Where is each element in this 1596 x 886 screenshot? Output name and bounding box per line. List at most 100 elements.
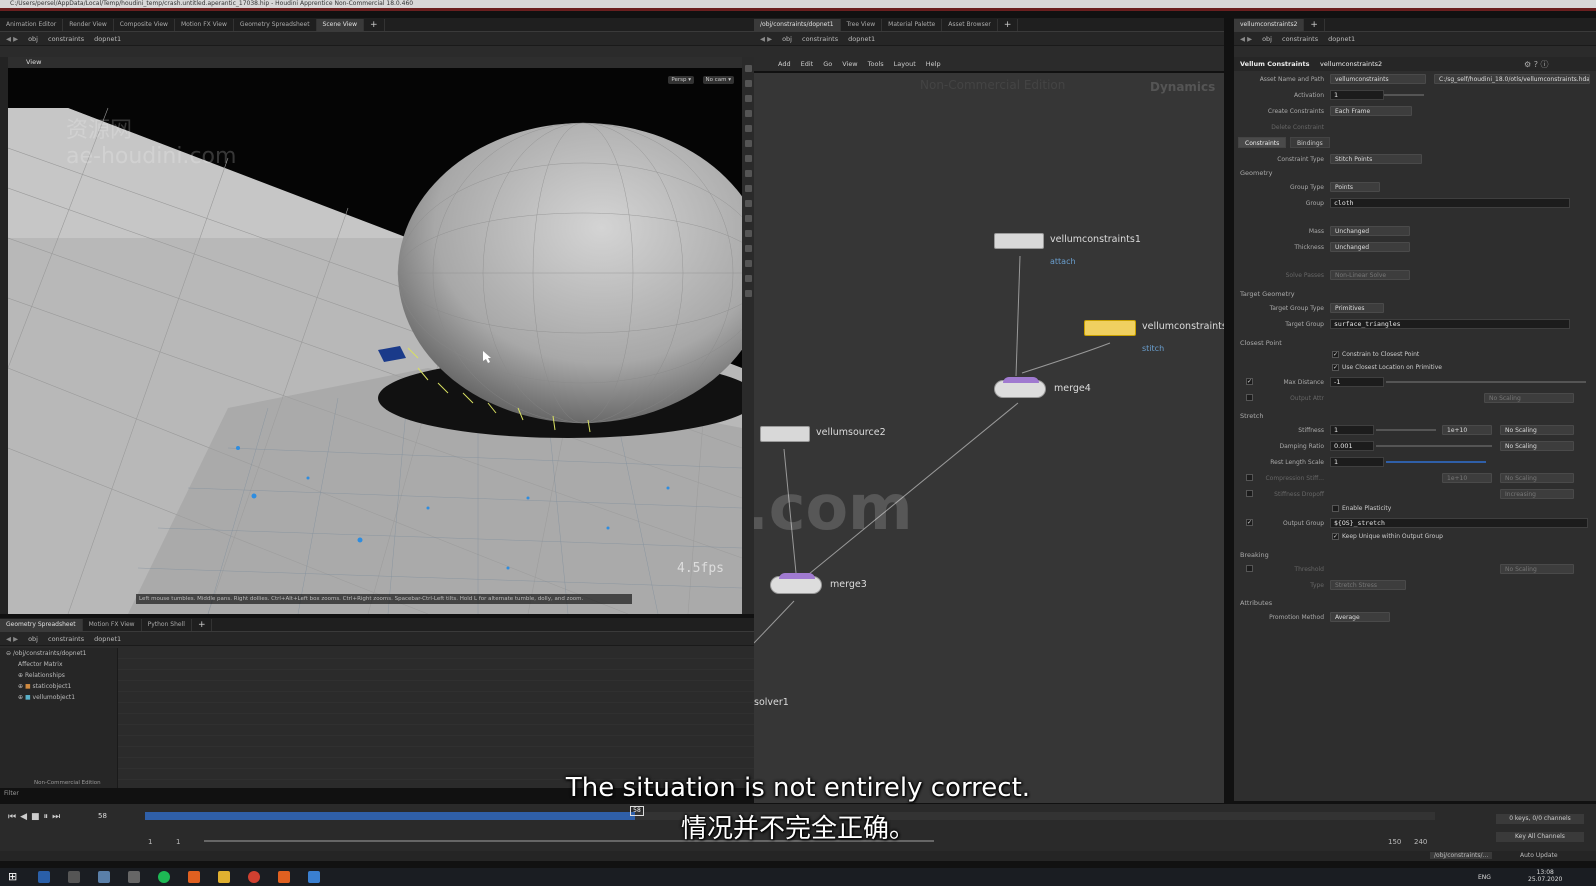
persp-menu-button[interactable]: Persp ▾ (668, 76, 694, 84)
path-constraints[interactable]: constraints (48, 635, 84, 643)
asset-path-menu[interactable]: C:/sg_self/houdini_18.0/otls/vellumconst… (1434, 74, 1590, 84)
type-menu[interactable]: Stretch Stress (1330, 580, 1406, 590)
damping-field[interactable]: 0.001 (1330, 441, 1374, 451)
breaking-section[interactable]: Breaking (1240, 551, 1269, 559)
add-tab-button[interactable]: + (1304, 19, 1325, 31)
tab-composite-view[interactable]: Composite View (114, 19, 175, 31)
tool-icon[interactable] (744, 125, 752, 132)
rest-length-field[interactable]: 1 (1330, 457, 1384, 467)
compression-unit[interactable]: 1e+10 (1442, 473, 1492, 483)
node-merge3[interactable] (770, 573, 822, 594)
group-type-menu[interactable]: Points (1330, 182, 1380, 192)
network-canvas[interactable]: Non-Commercial Edition Dynamics vellumco… (754, 73, 1224, 803)
tree-item-vellumobject[interactable]: ⊕ ■ vellumobject1 (0, 692, 117, 703)
node-merge4[interactable] (994, 377, 1046, 398)
stiffness-scaling-menu[interactable]: No Scaling (1500, 425, 1574, 435)
tool-icon[interactable] (744, 170, 752, 177)
add-tab-button[interactable]: + (998, 19, 1019, 31)
tool-icon[interactable] (744, 110, 752, 117)
tool-icon[interactable] (744, 275, 752, 282)
path-dopnet1[interactable]: dopnet1 (94, 635, 121, 643)
stiffness-slider[interactable] (1376, 429, 1436, 431)
closest-point-checkbox[interactable]: ✓ (1332, 351, 1339, 358)
tree-item-relationships[interactable]: ⊕ Relationships (0, 670, 117, 681)
tab-parm-node[interactable]: vellumconstraints2 (1234, 19, 1305, 31)
tab-motion-fx-view-2[interactable]: Motion FX View (83, 619, 142, 631)
tool-icon[interactable] (744, 230, 752, 237)
menu-tools[interactable]: Tools (868, 60, 884, 68)
node-vellumconstraints1[interactable] (994, 233, 1044, 249)
tab-network[interactable]: /obj/constraints/dopnet1 (754, 19, 841, 31)
compression-scaling[interactable]: No Scaling (1500, 473, 1574, 483)
path-obj[interactable]: obj (28, 635, 38, 643)
mass-menu[interactable]: Unchanged (1330, 226, 1410, 236)
clock[interactable]: 13:08 25.07.2020 (1528, 869, 1562, 883)
geometry-section[interactable]: Geometry (1240, 169, 1272, 177)
spotify-icon[interactable] (158, 871, 170, 883)
add-tab-button[interactable]: + (364, 19, 385, 31)
app-icon[interactable] (98, 871, 110, 883)
tab-constraints[interactable]: Constraints (1238, 137, 1287, 148)
thickness-menu[interactable]: Unchanged (1330, 242, 1410, 252)
houdini-icon[interactable] (188, 871, 200, 883)
node-vellumsource2[interactable] (760, 426, 810, 442)
path-dopnet1[interactable]: dopnet1 (94, 35, 121, 43)
chrome-icon[interactable] (248, 871, 260, 883)
back-icon[interactable]: ◀ ▶ (6, 35, 18, 43)
path-obj[interactable]: obj (782, 35, 792, 43)
menu-edit[interactable]: Edit (801, 60, 814, 68)
closest-point-section[interactable]: Closest Point (1240, 339, 1282, 347)
tool-icon[interactable] (744, 185, 752, 192)
constraint-type-menu[interactable]: Stitch Points (1330, 154, 1422, 164)
back-icon[interactable]: ◀ ▶ (1240, 35, 1252, 43)
damping-scaling-menu[interactable]: No Scaling (1500, 441, 1574, 451)
camera-menu-button[interactable]: No cam ▾ (702, 76, 734, 84)
node-vellumconstraints2[interactable] (1084, 320, 1136, 336)
path-constraints[interactable]: constraints (802, 35, 838, 43)
add-tab-button[interactable]: + (192, 619, 213, 631)
plasticity-checkbox[interactable] (1332, 505, 1339, 512)
tool-icon[interactable] (744, 95, 752, 102)
3d-viewport[interactable]: 资源网 ae-houdini.com Persp ▾ No cam ▾ 4.5fp… (8, 68, 742, 614)
create-constraints-menu[interactable]: Each Frame (1330, 106, 1412, 116)
damping-slider[interactable] (1376, 445, 1492, 447)
auto-update-menu[interactable]: Auto Update (1520, 852, 1558, 859)
tab-scene-view[interactable]: Scene View (316, 19, 364, 31)
stiffness-unit-menu[interactable]: 1e+10 (1442, 425, 1492, 435)
threshold-scaling[interactable]: No Scaling (1500, 564, 1574, 574)
solve-menu[interactable]: Non-Linear Solve (1330, 270, 1410, 280)
object-path-field[interactable]: /obj/constraints/... (1430, 852, 1493, 859)
asset-name-menu[interactable]: vellumconstraints (1330, 74, 1426, 84)
dropoff-menu[interactable]: Increasing (1500, 489, 1574, 499)
menu-help[interactable]: Help (926, 60, 941, 68)
target-geometry-section[interactable]: Target Geometry (1240, 290, 1295, 298)
tool-icon[interactable] (744, 200, 752, 207)
path-constraints[interactable]: constraints (1282, 35, 1318, 43)
path-obj[interactable]: obj (28, 35, 38, 43)
keep-unique-checkbox[interactable]: ✓ (1332, 533, 1339, 540)
language-indicator[interactable]: ENG (1478, 874, 1491, 881)
target-group-field[interactable]: surface_triangles (1330, 319, 1570, 329)
stiffness-field[interactable]: 1 (1330, 425, 1374, 435)
menu-go[interactable]: Go (823, 60, 832, 68)
menu-layout[interactable]: Layout (894, 60, 916, 68)
gear-icon[interactable]: ⚙ ? ⓘ (1524, 59, 1549, 70)
activation-field[interactable]: 1 (1330, 90, 1384, 100)
tool-icon[interactable] (744, 65, 752, 72)
folder-icon[interactable] (218, 871, 230, 883)
output-group-field[interactable]: ${OS}_stretch (1330, 518, 1588, 528)
tab-bindings[interactable]: Bindings (1290, 137, 1330, 148)
tab-python-shell[interactable]: Python Shell (142, 619, 192, 631)
app-icon[interactable] (68, 871, 80, 883)
promotion-menu[interactable]: Average (1330, 612, 1390, 622)
tab-geometry-spreadsheet-2[interactable]: Geometry Spreadsheet (0, 619, 83, 631)
tab-geometry-spreadsheet[interactable]: Geometry Spreadsheet (234, 19, 317, 31)
max-distance-slider[interactable] (1386, 381, 1586, 383)
back-icon[interactable]: ◀ ▶ (760, 35, 772, 43)
menu-view[interactable]: View (842, 60, 857, 68)
tool-icon[interactable] (744, 155, 752, 162)
app-icon[interactable] (308, 871, 320, 883)
activation-slider[interactable] (1384, 94, 1424, 96)
rest-length-slider[interactable] (1386, 461, 1486, 463)
tab-material-palette[interactable]: Material Palette (882, 19, 943, 31)
